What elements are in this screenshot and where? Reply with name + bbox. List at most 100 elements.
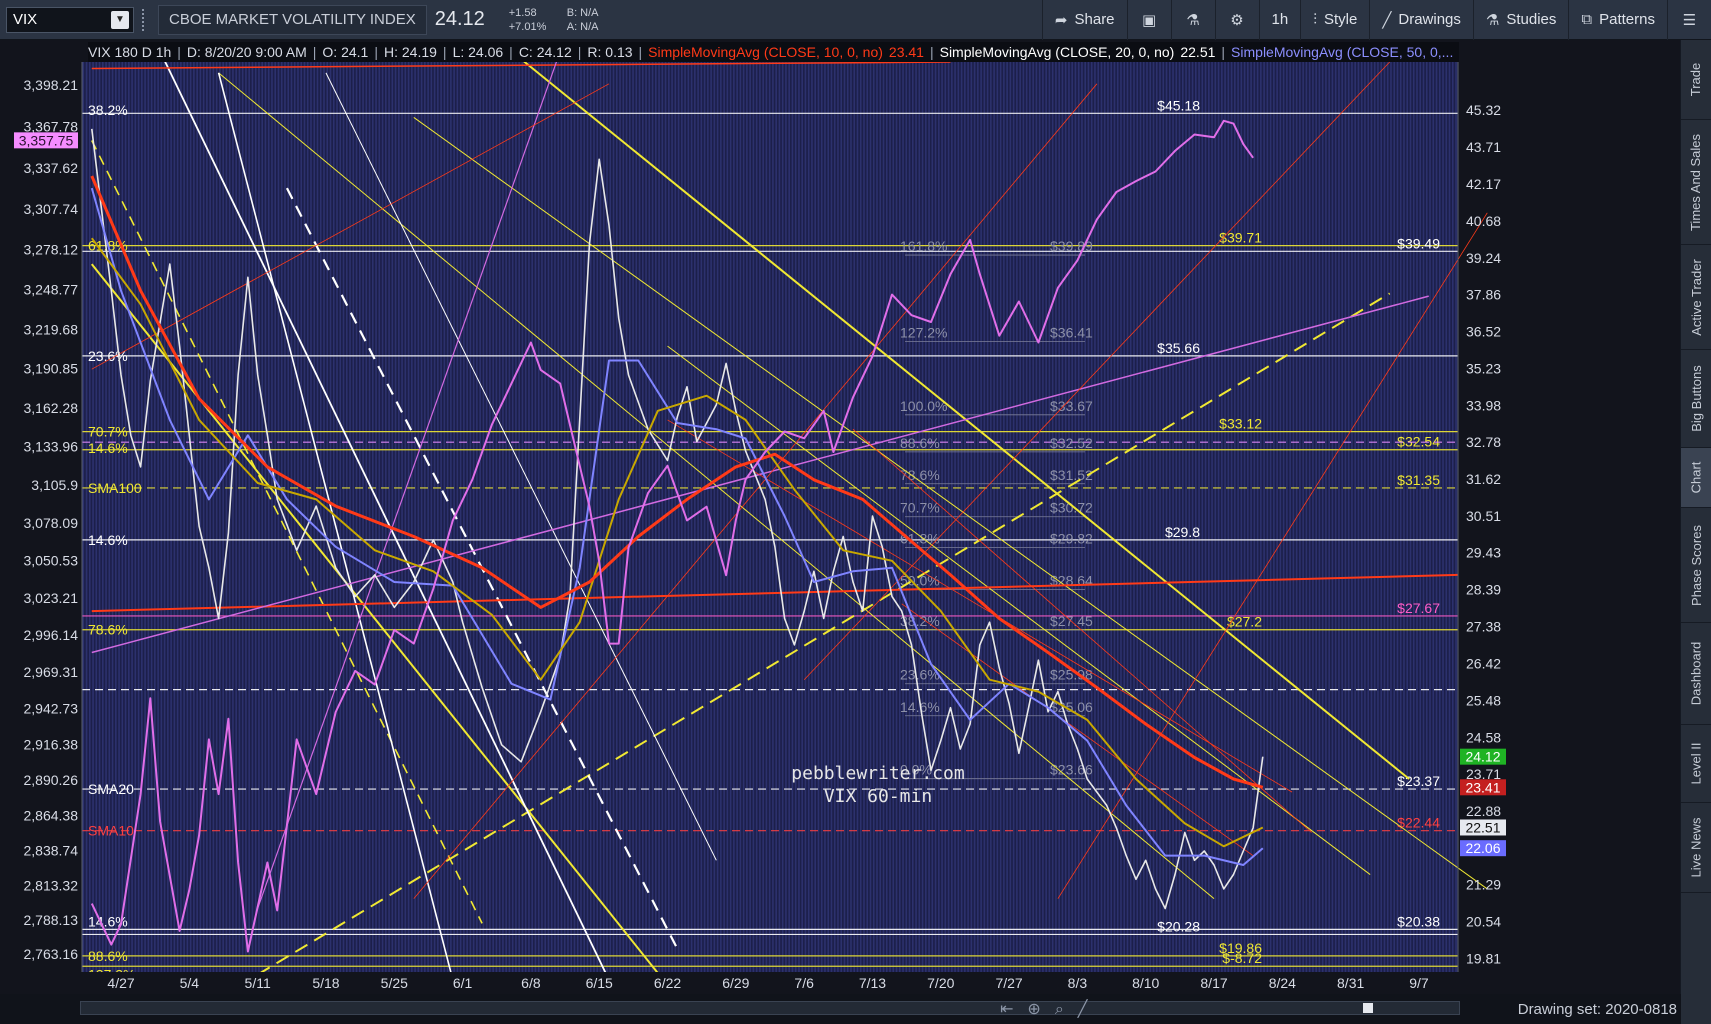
watermark-line-1: pebblewriter.com xyxy=(791,763,964,784)
level-label: $39.71 xyxy=(1219,230,1262,246)
flask-icon: ⚗ xyxy=(1186,11,1200,29)
right-axis-tick: 26.42 xyxy=(1466,655,1501,671)
chart-scrollbar[interactable] xyxy=(80,1001,1460,1015)
watermark-line-2: VIX 60-min xyxy=(824,786,932,807)
hour-stripe xyxy=(1416,62,1418,972)
legend-range: R: 0.13 xyxy=(587,44,633,60)
hour-stripe xyxy=(238,62,241,972)
hour-stripe xyxy=(1230,62,1233,972)
hour-stripe xyxy=(1139,62,1142,972)
sidebar-tab-label: Times And Sales xyxy=(1688,133,1704,231)
x-axis-tick: 7/13 xyxy=(859,975,886,991)
hour-stripe xyxy=(1393,62,1396,972)
left-axis-tick: 3,398.21 xyxy=(24,77,79,93)
pencil-icon[interactable]: ╱ xyxy=(1078,1001,1102,1018)
hour-stripe xyxy=(1386,62,1389,972)
chart-canvas[interactable]: $45.18 $39.71 $39.49 $35.66 $33.12 $32.54 $31.… xyxy=(0,40,1681,994)
hour-stripe xyxy=(895,62,898,972)
flask-button[interactable]: ⚗ xyxy=(1170,0,1215,40)
fib-price-label: $29.82 xyxy=(1050,530,1093,546)
hour-stripe xyxy=(837,62,839,972)
left-axis-tick: 2,890.26 xyxy=(24,772,79,788)
hour-stripe xyxy=(716,62,719,972)
drag-handle-icon[interactable] xyxy=(142,8,150,31)
hour-stripe xyxy=(687,62,690,972)
hour-stripe xyxy=(1383,62,1386,972)
hour-stripe xyxy=(1422,62,1425,972)
style-button[interactable]: ⫶ Style xyxy=(1300,0,1369,40)
sidebar-tab-dashboard[interactable]: Dashboard xyxy=(1681,623,1711,725)
crosshair-icon[interactable]: ⊕ xyxy=(1027,1001,1054,1018)
hour-stripe xyxy=(411,62,413,972)
hour-stripe xyxy=(1221,62,1223,972)
hour-stripe xyxy=(1178,62,1181,972)
x-axis-tick: 8/24 xyxy=(1269,975,1296,991)
hour-stripe xyxy=(876,62,878,972)
hour-stripe xyxy=(1253,62,1256,972)
symbol-input[interactable]: VIX ▼ xyxy=(6,6,134,33)
settings-button[interactable]: ⚙ xyxy=(1214,0,1259,40)
zoom-icon[interactable]: ⌕ xyxy=(1055,1001,1078,1018)
right-axis-tick: 27.38 xyxy=(1466,619,1501,635)
share-button[interactable]: ➦ Share xyxy=(1041,0,1127,40)
patterns-icon: ⧉ xyxy=(1581,11,1593,28)
patterns-label: Patterns xyxy=(1599,11,1655,28)
hour-stripe xyxy=(502,62,504,972)
hour-stripe xyxy=(846,62,849,972)
hour-stripe xyxy=(820,62,823,972)
hour-stripe xyxy=(215,62,218,972)
right-axis-tick: 20.54 xyxy=(1466,913,1501,929)
fib-label: 38.2% xyxy=(88,102,128,118)
drawings-label: Drawings xyxy=(1398,11,1461,28)
hour-stripe xyxy=(1208,62,1210,972)
sidebar-tab-chart[interactable]: Chart xyxy=(1681,448,1711,508)
study-legend: VIX 180 D 1h | D: 8/20/20 9:00 AM | O: 2… xyxy=(88,42,1460,62)
hour-stripe xyxy=(141,62,143,972)
sidebar-tab-active-trader[interactable]: Active Trader xyxy=(1681,245,1711,350)
hour-stripe xyxy=(508,62,511,972)
x-axis-tick: 5/4 xyxy=(180,975,200,991)
hour-stripe xyxy=(1373,62,1376,972)
chevron-down-icon[interactable]: ▼ xyxy=(111,10,129,29)
hour-stripe xyxy=(254,62,257,972)
patterns-button[interactable]: ⧉ Patterns xyxy=(1568,0,1667,40)
legend-low: L: 24.06 xyxy=(452,44,504,60)
hour-stripe xyxy=(759,62,761,972)
hour-stripe xyxy=(1175,62,1178,972)
hour-stripe xyxy=(1331,62,1334,972)
hour-stripe xyxy=(1325,62,1327,972)
sidebar-tab-level-ii[interactable]: Level II xyxy=(1681,725,1711,803)
sidebar-tab-big-buttons[interactable]: Big Buttons xyxy=(1681,350,1711,448)
zoom-back-icon[interactable]: ⇤ xyxy=(1000,1001,1027,1018)
hour-stripe xyxy=(840,62,843,972)
x-axis-tick: 6/29 xyxy=(722,975,749,991)
left-axis-tick: 2,838.74 xyxy=(24,843,79,859)
interval-label: 1h xyxy=(1271,11,1289,28)
sidebar-tab-trade[interactable]: Trade xyxy=(1681,40,1711,120)
screenshot-button[interactable]: ▣ xyxy=(1126,0,1171,40)
hour-stripe xyxy=(1305,62,1308,972)
hour-stripe xyxy=(424,62,426,972)
scrollbar-thumb[interactable] xyxy=(1363,1003,1373,1013)
level-label: $20.28 xyxy=(1157,918,1200,934)
hour-stripe xyxy=(628,62,631,972)
share-label: Share xyxy=(1074,11,1115,28)
hour-stripe xyxy=(521,62,524,972)
interval-button[interactable]: 1h xyxy=(1258,0,1301,40)
hour-stripe xyxy=(742,62,745,972)
hour-stripe xyxy=(1100,62,1103,972)
drawings-button[interactable]: ╱ Drawings xyxy=(1369,0,1473,40)
hour-stripe xyxy=(463,62,465,972)
sidebar-tab-live-news[interactable]: Live News xyxy=(1681,803,1711,893)
fib-grid-label: 70.7% xyxy=(900,500,940,516)
hour-stripe xyxy=(150,62,153,972)
left-axis-tick: 2,942.73 xyxy=(24,700,79,716)
sidebar-tab-phase-scores[interactable]: Phase Scores xyxy=(1681,508,1711,623)
hour-stripe xyxy=(681,62,683,972)
sidebar-tab-times-and-sales[interactable]: Times And Sales xyxy=(1681,120,1711,245)
menu-button[interactable]: ☰ xyxy=(1667,0,1711,40)
studies-button[interactable]: ⚗ Studies xyxy=(1472,0,1569,40)
hour-stripe xyxy=(459,62,462,972)
zoom-controls[interactable]: ⇤⊕⌕╱ xyxy=(1000,999,1101,1019)
legend-open: O: 24.1 xyxy=(322,44,369,60)
